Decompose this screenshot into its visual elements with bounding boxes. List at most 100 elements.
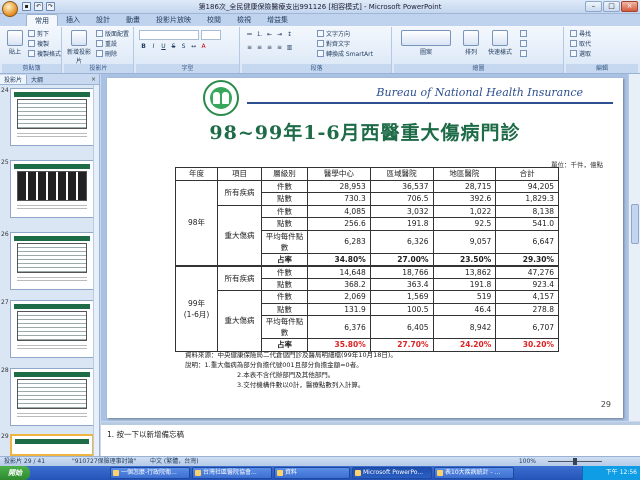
shadow-button[interactable]: S [179,43,188,52]
close-button[interactable]: × [621,1,638,12]
start-button[interactable]: 開始 [0,466,30,480]
group-label-editing: 編輯 [566,64,638,73]
data-table[interactable]: 年度 項目 層級別 醫學中心 區域醫院 地區醫院 合計 98年 所有疾病 件數 … [175,167,559,352]
columns-button[interactable]: ▥ [285,44,294,53]
title-bar: ▪ ↶ ↷ 第186次_全民健康保險醫療支出991126 [相容模式] - Mi… [0,0,640,17]
underline-button[interactable]: U [159,43,168,52]
font-name-combo[interactable] [139,30,199,40]
zoom-level[interactable]: 100% [519,457,536,466]
header-cell: 醫學中心 [307,167,371,181]
header-line [247,102,613,104]
layout-button[interactable]: 版面配置 [96,29,129,38]
office-button[interactable] [2,1,18,17]
taskbar-item-active[interactable]: Microsoft PowerPo... [352,467,432,479]
value-cell: 392.6 [432,192,497,206]
char-spacing-button[interactable]: ↔ [189,43,198,52]
taskbar-item[interactable]: 資料 [274,467,350,479]
value-cell: 6,326 [369,229,434,254]
tab-animation[interactable]: 動畫 [118,14,148,26]
table-row: 重大傷病 件數 2,069 1,569 519 4,157 [176,290,559,352]
tab-home[interactable]: 常用 [26,14,58,26]
panel-scrollbar[interactable] [93,85,99,456]
slide-thumbnail[interactable]: 24 [0,86,100,148]
align-right-button[interactable]: ≡ [265,44,274,53]
tab-review[interactable]: 校閱 [199,14,229,26]
justify-button[interactable]: ≡ [275,44,284,53]
tab-slides[interactable]: 投影片 [0,74,28,84]
taskbar-item[interactable]: 台灣社區醫院協會... [192,467,272,479]
font-size-combo[interactable] [201,30,221,40]
align-center-button[interactable]: ≡ [255,44,264,53]
tab-view[interactable]: 檢視 [229,14,259,26]
align-left-button[interactable]: ≡ [245,44,254,53]
arrange-button[interactable]: 排列 [460,29,482,63]
shapes-gallery[interactable]: 圖案 [398,29,454,63]
slide-thumbnail[interactable]: 27 [0,298,100,360]
cut-button[interactable]: 剪下 [28,29,49,38]
align-text-button[interactable]: 對齊文字 [317,39,350,48]
align-text-icon [317,40,324,47]
font-color-button[interactable]: A [199,43,208,52]
bullets-button[interactable]: ≔ [245,31,254,40]
decrease-indent-button[interactable]: ⇤ [265,31,274,40]
group-label-slides: 投影片 [64,64,133,73]
language-status[interactable]: 中文 (繁體，台灣) [150,457,199,466]
taskbar-item[interactable]: 一個怎麼-行政院衛... [110,467,190,479]
clock[interactable]: 下午 12:56 [606,469,637,476]
format-painter-button[interactable]: 複製格式 [28,49,61,58]
increase-indent-button[interactable]: ⇥ [275,31,284,40]
tab-outline[interactable]: 大綱 [27,75,47,84]
maximize-button[interactable]: □ [603,1,620,12]
bold-button[interactable]: B [139,43,148,52]
zoom-slider[interactable] [540,458,610,465]
new-slide-button[interactable]: 新增投影片 [66,29,92,65]
numbering-button[interactable]: ⒈ [255,31,264,40]
editor-scrollbar[interactable] [628,74,640,421]
strikethrough-button[interactable]: S [169,43,178,52]
find-button[interactable]: 尋找 [570,29,591,38]
minimize-button[interactable]: – [585,1,602,12]
slide-thumbnail[interactable]: 26 [0,230,100,292]
shape-effects-button[interactable] [520,50,527,57]
delete-button[interactable]: 刪除 [96,49,117,58]
italic-button[interactable]: I [149,43,158,52]
line-spacing-button[interactable]: ↕ [285,31,294,40]
slide-canvas[interactable]: Bureau of National Health Insurance 98~9… [107,78,623,418]
replace-button[interactable]: 取代 [570,39,591,48]
slide-thumbnail[interactable]: 28 [0,366,100,428]
text-direction-button[interactable]: 文字方向 [317,29,350,38]
tab-insert[interactable]: 插入 [58,14,88,26]
table-header-row: 年度 項目 層級別 醫學中心 區域醫院 地區醫院 合計 [175,167,559,181]
value-cell: 1,829.3 [495,192,559,206]
paste-button[interactable]: 貼上 [4,29,26,63]
close-panel-icon[interactable]: × [91,76,96,83]
value-cell: 8,138 [495,204,559,218]
header-cell: 項目 [217,167,262,181]
note-line: 3.交付機構件數以0計，醫療點數列入計算。 [237,381,365,389]
value-cell: 4,085 [307,204,371,218]
notes-pane[interactable]: 1. 按一下以新增備忘稿 [101,422,640,456]
panel-tabs: 投影片 大綱 × [0,74,99,85]
select-label: 選取 [579,51,592,58]
select-button[interactable]: 選取 [570,49,591,58]
smartart-button[interactable]: 轉換成 SmartArt [317,49,373,58]
notes-placeholder[interactable]: 1. 按一下以新增備忘稿 [107,430,184,439]
shape-fill-button[interactable] [520,30,527,37]
slide-thumbnail[interactable]: 25 [0,158,100,220]
status-bar: 投影片 29 / 41 "910727保險理事討論" 中文 (繁體，台灣) 10… [0,456,640,466]
slide-title[interactable]: 98~99年1-6月西醫重大傷病門診 [107,118,623,145]
row-label: 點數 [261,302,308,316]
quick-styles-button[interactable]: 快速樣式 [486,29,514,63]
reset-button[interactable]: 重設 [96,39,117,48]
taskbar-item[interactable]: 表10大疾病統計 - ... [434,467,514,479]
scroll-thumb[interactable] [631,204,639,244]
tab-design[interactable]: 設計 [88,14,118,26]
tab-slideshow[interactable]: 投影片放映 [148,14,199,26]
layout-icon [96,30,103,37]
slide-thumbnail-selected[interactable]: 29 [0,432,100,456]
quick-styles-label: 快速樣式 [487,49,512,56]
shape-outline-button[interactable] [520,40,527,47]
tab-addins[interactable]: 增益集 [259,14,296,26]
copy-button[interactable]: 複製 [28,39,49,48]
zoom-knob[interactable] [573,458,577,465]
